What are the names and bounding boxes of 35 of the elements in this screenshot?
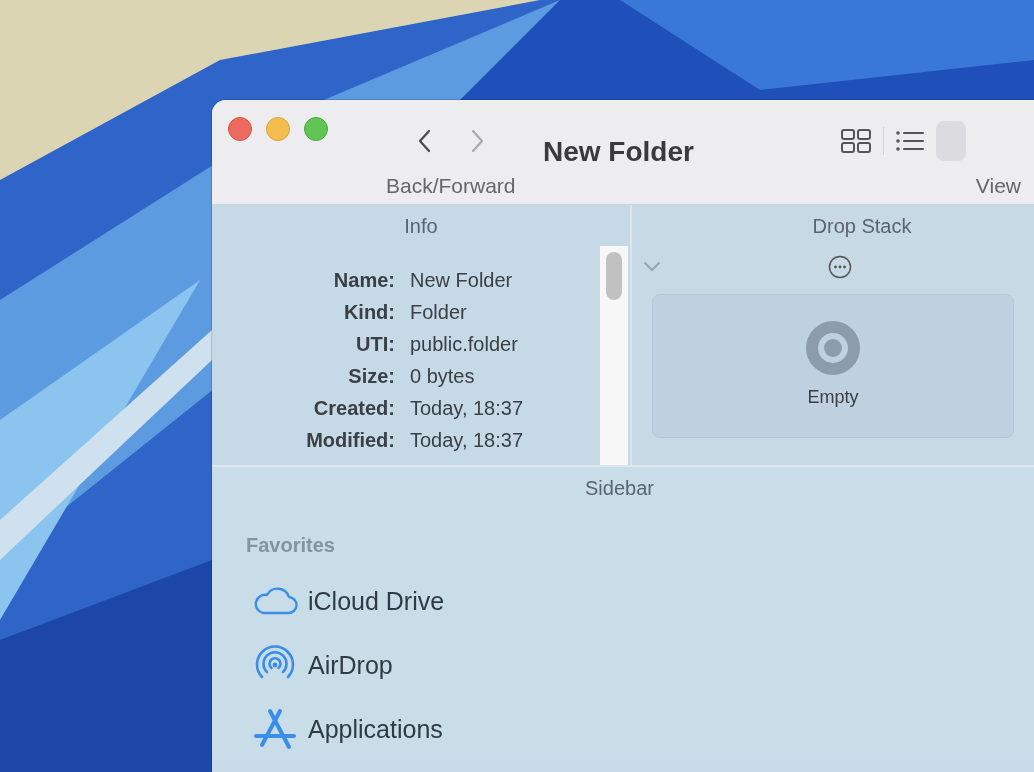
section-heading: Favorites: [246, 534, 335, 557]
field-label: Size:: [347, 364, 395, 388]
field-value: Today, 18:37: [410, 396, 524, 420]
window-title: New Folder: [543, 136, 694, 168]
pane-title: Info: [404, 214, 438, 238]
app-store-icon: [252, 707, 298, 751]
grid-view-icon[interactable]: [841, 129, 871, 153]
field-label: Name:: [332, 268, 395, 292]
field-value: Today, 18:37: [410, 428, 524, 452]
field-label: Modified:: [305, 428, 395, 452]
target-icon: [806, 321, 860, 375]
scrollbar-thumb[interactable]: [606, 252, 622, 300]
minimize-button[interactable]: [266, 117, 290, 141]
sidebar-item[interactable]: Applications: [252, 697, 443, 761]
field-label: UTI:: [355, 332, 395, 356]
toolbar-label: Back/Forward: [386, 174, 516, 198]
toolbar-label: View: [975, 174, 1021, 198]
field-value: 0 bytes: [410, 364, 475, 388]
list-view-icon[interactable]: [896, 131, 924, 151]
pane-title: Drop Stack: [812, 214, 912, 238]
field-label: Created:: [312, 396, 395, 420]
zoom-button[interactable]: [304, 117, 328, 141]
field-label: Kind:: [342, 300, 395, 324]
sidebar-item[interactable]: iCloud Drive: [252, 569, 445, 633]
pane-title: Sidebar: [585, 476, 654, 500]
field-value: Folder: [410, 300, 467, 324]
empty-label: Empty: [807, 387, 859, 408]
close-button[interactable]: [228, 117, 252, 141]
cloud-icon: [252, 587, 298, 615]
sidebar-item[interactable]: AirDrop: [252, 633, 393, 697]
drop-area[interactable]: Empty: [652, 294, 1014, 438]
chevron-down-icon[interactable]: [644, 262, 660, 272]
more-icon[interactable]: [828, 255, 852, 279]
field-value: public.folder: [410, 332, 518, 356]
field-value: New Folder: [410, 268, 513, 292]
